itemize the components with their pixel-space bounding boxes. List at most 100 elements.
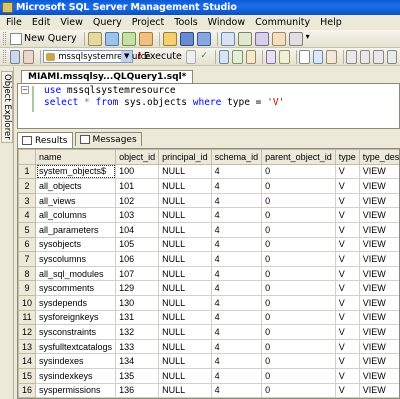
row-number[interactable]: 13 bbox=[18, 338, 37, 355]
table-cell[interactable]: 103 bbox=[115, 207, 160, 223]
row-number[interactable]: 2 bbox=[18, 178, 37, 194]
menu-tools[interactable]: Tools bbox=[174, 17, 197, 28]
table-cell[interactable]: 0 bbox=[261, 236, 336, 253]
menu-project[interactable]: Project bbox=[132, 17, 165, 28]
sql-editor[interactable]: − use mssqlsystemresource select * from … bbox=[17, 83, 400, 129]
database-engine-query-icon[interactable] bbox=[87, 31, 102, 46]
table-cell[interactable]: 0 bbox=[261, 251, 336, 267]
table-cell[interactable]: 4 bbox=[210, 207, 263, 223]
table-cell[interactable]: VIEW bbox=[358, 309, 399, 326]
table-cell[interactable]: V bbox=[334, 309, 360, 326]
table-cell[interactable]: syspermissions bbox=[35, 382, 117, 398]
comment-icon[interactable] bbox=[346, 49, 357, 64]
row-number[interactable]: 9 bbox=[18, 280, 37, 296]
object-explorer-icon[interactable] bbox=[237, 31, 252, 46]
table-cell[interactable]: VIEW bbox=[358, 178, 399, 194]
table-cell[interactable]: VIEW bbox=[358, 207, 399, 223]
table-cell[interactable]: NULL bbox=[158, 280, 212, 296]
toolbar-grip[interactable] bbox=[3, 32, 6, 45]
table-cell[interactable]: all_objects bbox=[35, 178, 117, 194]
table-row[interactable]: 14 sysindexes 134 NULL 4 0 V VIEW bbox=[18, 353, 399, 369]
table-cell[interactable]: syscolumns bbox=[35, 251, 117, 267]
table-row[interactable]: 4 all_columns 103 NULL 4 0 V VIEW bbox=[18, 207, 399, 223]
row-number[interactable]: 4 bbox=[18, 207, 37, 223]
table-cell[interactable]: NULL bbox=[158, 163, 212, 180]
save-all-icon[interactable] bbox=[196, 31, 211, 46]
table-cell[interactable]: NULL bbox=[158, 382, 212, 398]
table-row[interactable]: 16 syspermissions 136 NULL 4 0 V VIEW bbox=[18, 382, 399, 398]
connect-icon[interactable] bbox=[9, 49, 21, 64]
table-cell[interactable]: V bbox=[334, 294, 360, 311]
table-cell[interactable]: NULL bbox=[158, 221, 212, 238]
table-cell[interactable]: 101 bbox=[115, 178, 160, 194]
table-cell[interactable]: 0 bbox=[261, 192, 336, 209]
table-cell[interactable]: 132 bbox=[115, 324, 160, 340]
table-cell[interactable]: NULL bbox=[158, 353, 212, 369]
table-cell[interactable]: VIEW bbox=[358, 382, 399, 398]
table-cell[interactable]: 4 bbox=[210, 367, 263, 384]
table-cell[interactable]: NULL bbox=[158, 192, 212, 209]
query-options-icon[interactable] bbox=[245, 49, 257, 64]
database-dropdown[interactable]: mssqlsystemresource ▼ bbox=[43, 50, 151, 63]
uncomment-icon[interactable] bbox=[359, 49, 371, 64]
table-cell[interactable]: 0 bbox=[261, 265, 336, 282]
table-cell[interactable]: sysconstraints bbox=[35, 324, 117, 340]
table-cell[interactable]: 0 bbox=[261, 163, 336, 180]
table-cell[interactable]: 4 bbox=[210, 280, 263, 296]
row-number[interactable]: 14 bbox=[18, 353, 37, 369]
table-cell[interactable]: NULL bbox=[158, 265, 212, 282]
table-cell[interactable]: V bbox=[334, 251, 360, 267]
toolbar-grip[interactable] bbox=[3, 50, 6, 63]
row-number[interactable]: 3 bbox=[18, 192, 37, 209]
table-cell[interactable]: V bbox=[334, 163, 360, 180]
save-icon[interactable] bbox=[179, 31, 194, 46]
table-row[interactable]: 6 sysobjects 105 NULL 4 0 V VIEW bbox=[18, 236, 399, 253]
table-row[interactable]: 15 sysindexkeys 135 NULL 4 0 V VIEW bbox=[18, 367, 399, 384]
table-cell[interactable]: V bbox=[334, 324, 360, 340]
table-cell[interactable]: VIEW bbox=[358, 280, 399, 296]
table-cell[interactable]: 0 bbox=[261, 178, 336, 194]
table-cell[interactable]: sysforeignkeys bbox=[35, 309, 117, 326]
analysis-query-icon[interactable] bbox=[104, 31, 119, 46]
table-cell[interactable]: VIEW bbox=[358, 294, 399, 311]
row-number[interactable]: 7 bbox=[18, 251, 37, 267]
table-cell[interactable]: V bbox=[334, 382, 360, 398]
table-cell[interactable]: 0 bbox=[261, 353, 336, 369]
decrease-indent-icon[interactable] bbox=[373, 49, 384, 64]
row-number[interactable]: 5 bbox=[18, 221, 37, 238]
table-cell[interactable]: VIEW bbox=[358, 236, 399, 253]
table-cell[interactable]: sysindexkeys bbox=[35, 367, 117, 384]
table-cell[interactable]: 0 bbox=[261, 324, 336, 340]
table-cell[interactable]: 4 bbox=[210, 178, 263, 194]
table-cell[interactable]: 4 bbox=[210, 353, 263, 369]
increase-indent-icon[interactable] bbox=[386, 49, 397, 64]
table-cell[interactable]: 130 bbox=[115, 294, 160, 311]
row-number[interactable]: 12 bbox=[18, 324, 37, 340]
table-cell[interactable]: 136 bbox=[115, 382, 160, 398]
table-row[interactable]: 10 sysdepends 130 NULL 4 0 V VIEW bbox=[18, 294, 399, 311]
table-cell[interactable]: sysobjects bbox=[35, 236, 117, 253]
column-header[interactable]: object_id bbox=[115, 149, 160, 165]
results-to-text-icon[interactable] bbox=[299, 49, 310, 64]
table-row[interactable]: 7 syscolumns 106 NULL 4 0 V VIEW bbox=[18, 251, 399, 267]
row-number[interactable]: 16 bbox=[18, 382, 37, 398]
table-cell[interactable]: 105 bbox=[115, 236, 160, 253]
table-cell[interactable]: 135 bbox=[115, 367, 160, 384]
cancel-query-icon[interactable] bbox=[185, 49, 197, 64]
table-cell[interactable]: VIEW bbox=[358, 163, 399, 180]
table-row[interactable]: 12 sysconstraints 132 NULL 4 0 V VIEW bbox=[18, 324, 399, 340]
table-cell[interactable]: 104 bbox=[115, 221, 160, 238]
table-cell[interactable]: 0 bbox=[261, 221, 336, 238]
table-cell[interactable]: 129 bbox=[115, 280, 160, 296]
registered-servers-icon[interactable] bbox=[220, 31, 235, 46]
table-cell[interactable]: 4 bbox=[210, 382, 263, 398]
column-header[interactable]: principal_id bbox=[158, 149, 212, 165]
row-number[interactable]: 1 bbox=[18, 163, 37, 180]
results-to-file-icon[interactable] bbox=[326, 49, 337, 64]
properties-icon[interactable] bbox=[271, 31, 286, 46]
table-cell[interactable]: V bbox=[334, 192, 360, 209]
menu-window[interactable]: Window bbox=[208, 17, 245, 28]
table-cell[interactable]: sysindexes bbox=[35, 353, 117, 369]
object-explorer-tab[interactable]: Object Explorer bbox=[1, 71, 13, 143]
row-number[interactable]: 15 bbox=[18, 367, 37, 384]
